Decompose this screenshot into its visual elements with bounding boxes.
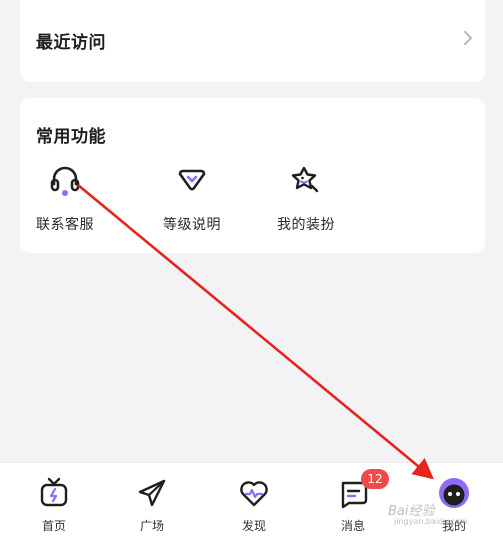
- recent-visits-card[interactable]: 最近访问: [20, 0, 485, 82]
- tab-discover[interactable]: 发现: [224, 475, 284, 534]
- function-level-info[interactable]: 等级说明: [147, 162, 237, 234]
- tab-home[interactable]: 首页: [24, 475, 84, 534]
- chevron-right-icon: [464, 31, 472, 45]
- tab-label: 广场: [139, 519, 164, 533]
- tab-label: 发现: [241, 519, 266, 533]
- function-label: 我的装扮: [277, 217, 335, 233]
- watermark-sub: jingyan.baidu.com: [394, 517, 468, 526]
- level-badge-icon: [178, 169, 206, 191]
- star-dressup-icon: [291, 166, 319, 193]
- recent-visits-title: 最近访问: [36, 33, 106, 53]
- function-my-dressup[interactable]: 我的装扮: [261, 162, 351, 234]
- tab-messages[interactable]: 12 消息: [323, 469, 389, 534]
- function-label: 联系客服: [36, 217, 94, 233]
- paper-plane-icon: [138, 479, 166, 507]
- function-customer-service[interactable]: 联系客服: [20, 162, 110, 234]
- common-functions-title: 常用功能: [36, 127, 106, 147]
- tv-icon: [40, 477, 68, 507]
- unread-count-badge: 12: [361, 469, 389, 489]
- watermark: Bai经验 jingyan.baidu.com: [388, 500, 468, 526]
- heart-pulse-icon: [240, 481, 268, 507]
- headset-icon: [50, 166, 80, 196]
- tab-label: 首页: [41, 519, 66, 533]
- tab-square[interactable]: 广场: [122, 475, 182, 534]
- common-functions-card: 常用功能 联系客服 等级说明 我的装扮: [20, 98, 485, 253]
- function-label: 等级说明: [163, 217, 221, 233]
- tab-label: 消息: [340, 519, 365, 533]
